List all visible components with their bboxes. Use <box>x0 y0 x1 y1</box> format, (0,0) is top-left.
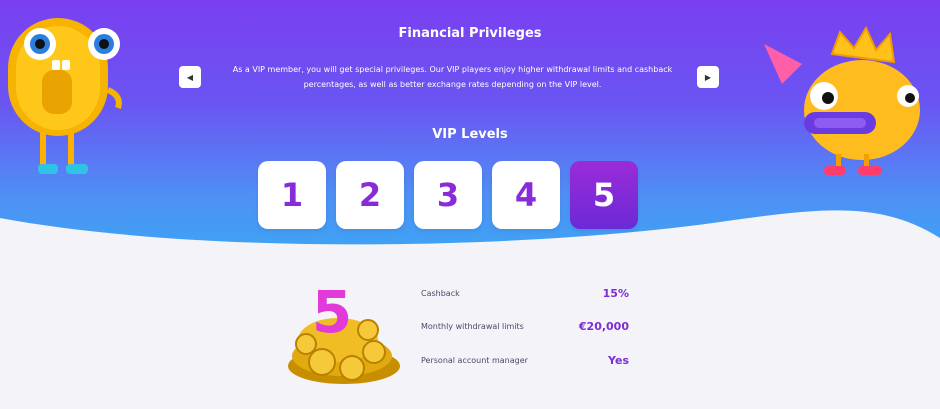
withdrawal-limits-value: €20,000 <box>578 320 629 333</box>
withdrawal-limits-label: Monthly withdrawal limits <box>421 322 524 331</box>
previous-button[interactable]: ◀ <box>179 66 201 88</box>
next-button[interactable]: ▶ <box>697 66 719 88</box>
financial-privileges-title: Financial Privileges <box>398 26 542 41</box>
cashback-value: 15% <box>602 287 629 300</box>
account-manager-row: Personal account manager Yes <box>421 354 629 367</box>
vip-level-selector: 1 2 3 4 5 <box>258 161 638 229</box>
chevron-right-icon: ▶ <box>704 72 712 82</box>
vip-level-5-button[interactable]: 5 <box>570 161 638 229</box>
coin-badge-number: 5 <box>312 278 352 346</box>
vip-level-1-button[interactable]: 1 <box>258 161 326 229</box>
chevron-left-icon: ◀ <box>186 72 194 82</box>
vip-level-2-button[interactable]: 2 <box>336 161 404 229</box>
vip-level-4-button[interactable]: 4 <box>492 161 560 229</box>
fish-mascot-illustration <box>764 25 920 175</box>
privileges-description: As a VIP member, you will get special pr… <box>232 65 673 89</box>
cashback-row: Cashback 15% <box>421 287 629 300</box>
account-manager-value: Yes <box>608 354 629 367</box>
vip-levels-title: VIP Levels <box>432 127 508 142</box>
cashback-label: Cashback <box>421 289 460 298</box>
withdrawal-limits-row: Monthly withdrawal limits €20,000 <box>421 320 629 333</box>
coin-pile-illustration: 5 <box>288 278 400 384</box>
vip-level-3-button[interactable]: 3 <box>414 161 482 229</box>
account-manager-label: Personal account manager <box>421 356 528 365</box>
